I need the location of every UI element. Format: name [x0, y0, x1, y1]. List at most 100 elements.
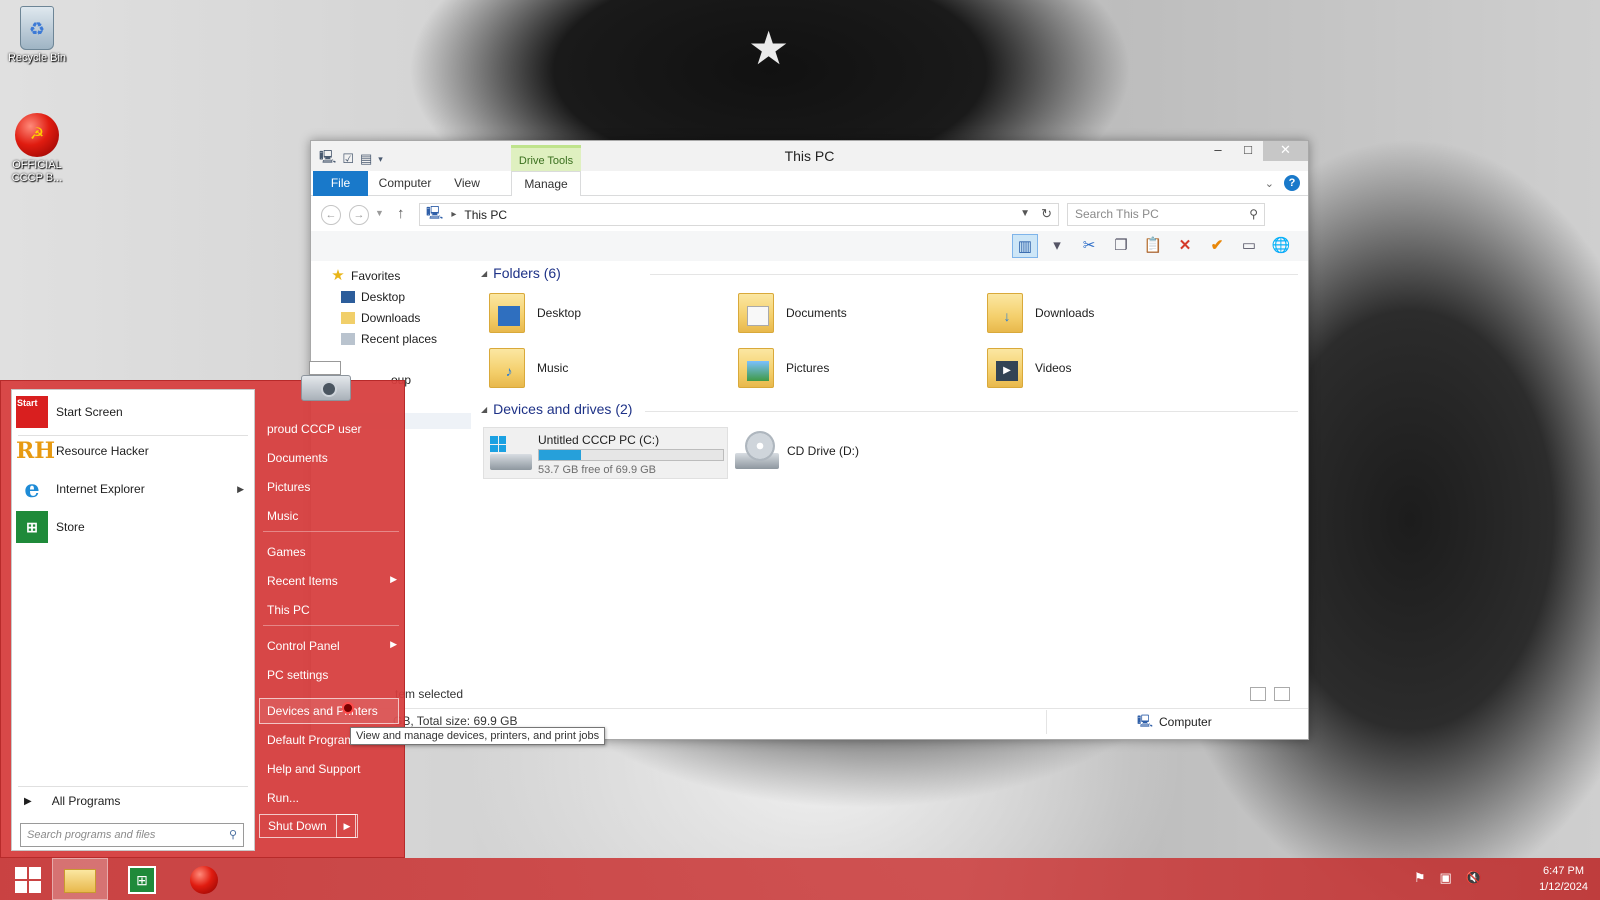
location-status: 🖳 Computer	[1046, 710, 1212, 734]
address-box[interactable]: 🖳 ▸ This PC ▼ ↻	[419, 203, 1059, 226]
group-header-label: Folders (6)	[493, 265, 561, 281]
collapse-icon: ◢	[481, 404, 488, 414]
select-icon[interactable]: ▾	[1044, 234, 1070, 258]
downloads-folder-icon: ↓	[987, 293, 1023, 333]
tab-computer[interactable]: Computer	[373, 171, 437, 196]
cut-icon[interactable]: ✂	[1076, 234, 1102, 258]
program-resource-hacker[interactable]: RH Resource Hacker	[16, 435, 250, 467]
desktop-folder-icon	[489, 293, 525, 333]
link-this-pc[interactable]: This PC	[267, 603, 403, 617]
network-icon[interactable]: ▣	[1440, 870, 1452, 886]
program-internet-explorer[interactable]: e Internet Explorer ▶	[16, 473, 250, 505]
preview-pane-icon[interactable]: ▥	[1012, 234, 1038, 258]
link-music[interactable]: Music	[267, 509, 403, 523]
help-icon[interactable]: ?	[1284, 175, 1300, 191]
drive-c-tile[interactable]: Untitled CCCP PC (C:) 53.7 GB free of 69…	[483, 427, 728, 479]
command-toolbar: ▥ ▾ ✂ ❐ 📋 ✕ ✔ ▭ 🌐	[311, 231, 1308, 261]
recent-locations-icon[interactable]: ▼	[375, 208, 384, 218]
selection-status: tem selected	[395, 687, 464, 701]
link-control-panel[interactable]: Control Panel ▶	[267, 639, 403, 653]
link-run[interactable]: Run...	[267, 791, 403, 805]
folder-desktop[interactable]: Desktop	[489, 293, 581, 333]
link-help-and-support[interactable]: Help and Support	[267, 762, 403, 776]
this-pc-icon: 🖳	[426, 204, 444, 220]
folders-group-header[interactable]: ◢ Folders (6)	[481, 265, 561, 281]
drive-d-tile[interactable]: CD Drive (D:)	[735, 431, 859, 471]
link-recent-items[interactable]: Recent Items ▶	[267, 574, 403, 588]
folder-label: Pictures	[786, 361, 830, 375]
refresh-icon[interactable]: ↻	[1041, 206, 1052, 222]
folder-videos[interactable]: ▶ Videos	[987, 348, 1071, 388]
taskbar-store[interactable]: ⊞	[114, 858, 170, 900]
folder-pictures[interactable]: Pictures	[738, 348, 829, 388]
devices-group-header[interactable]: ◢ Devices and drives (2)	[481, 401, 632, 417]
nav-item-downloads[interactable]: Downloads	[341, 311, 420, 325]
tab-manage[interactable]: Manage	[511, 171, 581, 196]
program-store[interactable]: ⊞ Store	[16, 511, 250, 543]
expand-ribbon-icon[interactable]: ⌄	[1265, 177, 1274, 190]
start-menu: Start Start Screen RH Resource Hacker e …	[0, 361, 405, 858]
rename-icon[interactable]: ▭	[1236, 234, 1262, 258]
store-icon: ⊞	[128, 865, 156, 894]
folder-downloads[interactable]: ↓ Downloads	[987, 293, 1094, 333]
minimize-button[interactable]: –	[1203, 141, 1233, 161]
window-title: This PC	[784, 148, 835, 164]
checkmark-icon[interactable]: ✔	[1204, 234, 1230, 258]
paste-icon[interactable]: 📋	[1140, 234, 1166, 258]
submenu-arrow-icon[interactable]: ▶	[237, 484, 244, 495]
computer-icon[interactable]: 🖳	[319, 148, 336, 170]
taskbar-file-explorer[interactable]	[52, 858, 108, 900]
details-view-icon[interactable]	[1250, 687, 1266, 701]
link-pictures[interactable]: Pictures	[267, 480, 403, 494]
program-start-screen[interactable]: Start Start Screen	[16, 396, 250, 428]
start-search-input[interactable]: Search programs and files ⚲	[20, 823, 244, 847]
breadcrumb-separator-icon[interactable]: ▸	[451, 209, 456, 220]
flag-icon[interactable]: ⚑	[1414, 870, 1426, 886]
link-devices-and-printers[interactable]: Devices and Printers	[267, 704, 403, 718]
address-dropdown-icon[interactable]: ▼	[1020, 208, 1030, 219]
folder-documents[interactable]: Documents	[738, 293, 847, 333]
nav-item-recent-places[interactable]: Recent places	[341, 332, 437, 346]
taskbar-cccp-app[interactable]	[176, 858, 232, 900]
all-programs-button[interactable]: ▶ All Programs	[24, 794, 120, 808]
nav-item-favorites[interactable]: ★ Favorites	[331, 267, 400, 284]
properties-icon[interactable]: ☑	[342, 151, 354, 167]
close-button[interactable]: ✕	[1263, 141, 1308, 161]
menu-divider	[18, 786, 248, 787]
back-button[interactable]: ←	[321, 205, 341, 225]
forward-button[interactable]: →	[349, 205, 369, 225]
search-input[interactable]: Search This PC ⚲	[1067, 203, 1265, 226]
new-folder-icon[interactable]: ▤	[360, 151, 372, 167]
group-divider	[645, 411, 1298, 412]
tab-view[interactable]: View	[443, 171, 491, 196]
delete-icon[interactable]: ✕	[1172, 234, 1198, 258]
search-icon: ⚲	[228, 829, 237, 841]
breadcrumb-this-pc[interactable]: This PC	[464, 208, 507, 222]
clock[interactable]: 6:47 PM 1/12/2024	[1539, 863, 1588, 895]
link-games[interactable]: Games	[267, 545, 403, 559]
up-button[interactable]: ↑	[397, 205, 405, 222]
desktop-icon-recycle-bin[interactable]: ♻ Recycle Bin	[0, 6, 74, 65]
shut-down-options-icon[interactable]: ▶	[336, 814, 358, 838]
customize-qat-icon[interactable]: ▾	[378, 154, 383, 165]
drive-free-space: 53.7 GB free of 69.9 GB	[538, 464, 657, 476]
star-icon: ★	[331, 267, 345, 284]
videos-folder-icon: ▶	[987, 348, 1023, 388]
link-pc-settings[interactable]: PC settings	[267, 668, 403, 682]
maximize-button[interactable]: □	[1233, 141, 1263, 161]
link-user[interactable]: proud CCCP user	[267, 422, 403, 436]
tab-file[interactable]: File	[313, 171, 368, 196]
copy-icon[interactable]: ❐	[1108, 234, 1134, 258]
folder-label: Downloads	[1035, 306, 1095, 320]
title-bar[interactable]: 🖳 ☑ ▤ ▾ Drive Tools This PC – □ ✕	[311, 141, 1308, 172]
volume-muted-icon[interactable]: 🔇	[1466, 870, 1482, 886]
desktop-icon-label: Recycle Bin	[7, 52, 67, 64]
link-documents[interactable]: Documents	[267, 451, 403, 465]
large-icons-view-icon[interactable]	[1274, 687, 1290, 701]
nav-item-desktop[interactable]: Desktop	[341, 290, 405, 304]
explorer-window: 🖳 ☑ ▤ ▾ Drive Tools This PC – □ ✕ File C…	[310, 140, 1309, 740]
start-button[interactable]	[0, 858, 56, 900]
globe-icon[interactable]: 🌐	[1268, 234, 1294, 258]
desktop-icon-cccp-shortcut[interactable]: ☭ OFFICIAL CCCP B...	[0, 113, 74, 185]
folder-music[interactable]: ♪ Music	[489, 348, 568, 388]
